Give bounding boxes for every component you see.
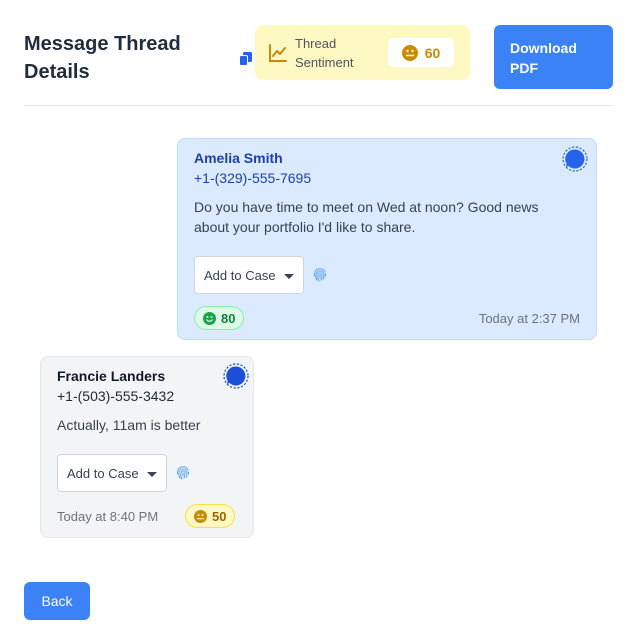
message-sentiment-badge: 50 xyxy=(185,504,236,528)
message-sentiment-badge: 80 xyxy=(194,306,245,330)
message-sentiment-value: 50 xyxy=(212,508,227,524)
smile-face-icon xyxy=(203,311,216,325)
page-title: Message Thread Details xyxy=(24,33,181,83)
message-body: Do you have time to meet on Wed at noon?… xyxy=(194,199,539,235)
message-card-outgoing: Amelia Smith +1-(329)-555-7695 Do you ha… xyxy=(177,138,597,340)
sender-name: Francie Landers xyxy=(57,368,166,384)
thread-sentiment-score: 60 xyxy=(388,38,454,67)
add-to-case-select[interactable]: Add to Case xyxy=(194,256,304,294)
copy-icon[interactable] xyxy=(239,52,253,66)
add-to-case-label: Add to Case xyxy=(67,465,139,481)
thread-sentiment-value: 60 xyxy=(424,44,441,61)
signal-chat-icon xyxy=(562,146,588,172)
fingerprint-icon[interactable] xyxy=(312,266,328,282)
back-button[interactable]: Back xyxy=(24,582,90,620)
page-header: Message Thread Details Thread Sentiment … xyxy=(24,25,613,105)
caret-down-icon xyxy=(147,472,157,477)
download-pdf-button[interactable]: Download PDF xyxy=(494,25,613,89)
neutral-face-icon xyxy=(194,509,207,523)
message-timestamp: Today at 8:40 PM xyxy=(57,509,159,524)
add-to-case-select[interactable]: Add to Case xyxy=(57,454,167,492)
sender-phone: +1-(329)-555-7695 xyxy=(194,170,312,186)
signal-chat-icon xyxy=(223,363,249,389)
fingerprint-icon[interactable] xyxy=(175,464,191,480)
message-card-incoming: Francie Landers +1-(503)-555-3432 Actual… xyxy=(40,356,254,538)
caret-down-icon xyxy=(284,274,294,279)
header-divider xyxy=(24,105,613,106)
neutral-face-icon xyxy=(401,44,418,61)
thread-sentiment-label: Thread Sentiment xyxy=(295,36,354,70)
thread-sentiment-panel: Thread Sentiment 60 xyxy=(255,25,470,80)
sender-name: Amelia Smith xyxy=(194,150,283,166)
message-body: Actually, 11am is better xyxy=(57,417,201,433)
trend-chart-icon xyxy=(269,44,287,62)
add-to-case-label: Add to Case xyxy=(204,267,276,283)
message-sentiment-value: 80 xyxy=(221,310,236,326)
message-timestamp: Today at 2:37 PM xyxy=(478,311,580,326)
sender-phone: +1-(503)-555-3432 xyxy=(57,388,175,404)
